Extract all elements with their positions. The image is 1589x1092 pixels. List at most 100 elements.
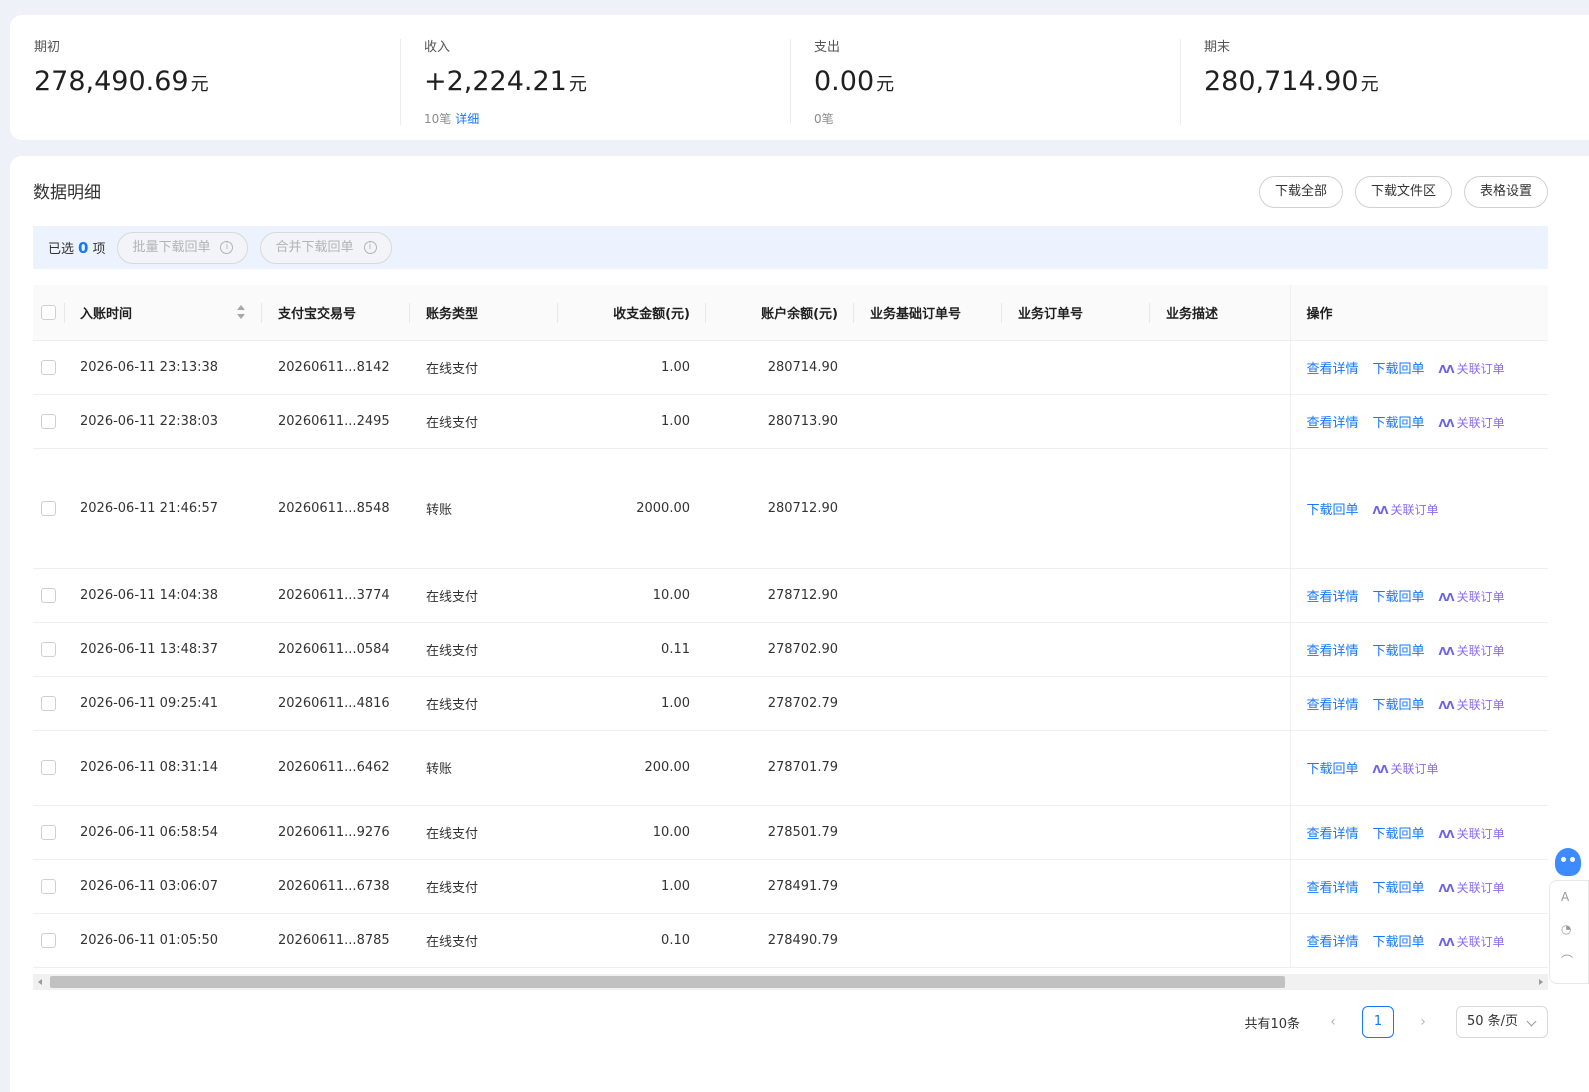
row-checkbox[interactable] [41,824,56,840]
summary-amount: 280,714.90 元 [1204,66,1379,97]
download-receipt-link[interactable]: 下载回单 [1373,698,1425,713]
select-all-checkbox[interactable] [41,304,56,320]
cell-actions: 查看详情 下载回单 ΛΛ 关联订单 [1289,394,1548,449]
cell-amount: 10.00 [558,805,706,860]
header-time[interactable]: 入账时间 [65,285,262,341]
row-check-cell [33,676,65,731]
download-receipt-link[interactable]: 下载回单 [1373,362,1425,377]
summary-label: 支出 [814,40,841,55]
cell-desc [1150,448,1290,569]
income-detail-link[interactable]: 详细 [455,112,479,126]
side-tool-panel: A ◔ ⌒ [1549,880,1589,984]
row-checkbox[interactable] [41,413,56,429]
batch-download-button[interactable]: 批量下载回单 i [117,231,249,264]
download-receipt-link[interactable]: 下载回单 [1307,503,1359,518]
side-tool-c[interactable]: ⌒ [1550,945,1589,977]
side-tool-b[interactable]: ◔ [1550,913,1589,945]
cell-balance: 278491.79 [706,859,854,914]
download-receipt-link[interactable]: 下载回单 [1373,827,1425,842]
download-receipt-link[interactable]: 下载回单 [1373,935,1425,950]
row-checkbox[interactable] [41,359,56,375]
view-detail-link[interactable]: 查看详情 [1307,644,1359,659]
view-detail-link[interactable]: 查看详情 [1307,827,1359,842]
cell-trade-no: 20260611...2495 [262,394,410,449]
assistant-float: A ◔ ⌒ [1549,840,1589,985]
cell-desc [1150,394,1290,449]
table-row: 2026-06-11 01:05:50 20260611...8785 在线支付 0.… [33,913,1548,968]
download-all-button[interactable]: 下载全部 [1258,176,1343,208]
link-order-link[interactable]: ΛΛ 关联订单 [1373,503,1439,517]
cell-base-order [854,448,1002,569]
view-detail-link[interactable]: 查看详情 [1307,935,1359,950]
cell-type: 在线支付 [410,568,558,623]
cell-amount: 1.00 [558,676,706,731]
link-order-link[interactable]: ΛΛ 关联订单 [1439,698,1505,712]
cell-trade-no: 20260611...4816 [262,676,410,731]
download-receipt-link[interactable]: 下载回单 [1373,416,1425,431]
download-area-button[interactable]: 下载文件区 [1354,176,1452,208]
link-order-link[interactable]: ΛΛ 关联订单 [1373,762,1439,776]
link-order-link[interactable]: ΛΛ 关联订单 [1439,827,1505,841]
link-order-link[interactable]: ΛΛ 关联订单 [1439,362,1505,376]
detail-title: 数据明细 [33,183,101,203]
row-check-cell [33,568,65,623]
cell-base-order [854,622,1002,677]
download-receipt-link[interactable]: 下载回单 [1373,881,1425,896]
next-page-icon[interactable]: › [1412,1014,1434,1030]
scroll-right-icon[interactable] [1539,979,1543,985]
merge-download-button[interactable]: 合并下载回单 i [260,231,392,264]
page-1-button[interactable]: 1 [1362,1006,1394,1038]
row-checkbox[interactable] [41,695,56,711]
table-settings-button[interactable]: 表格设置 [1463,176,1548,208]
link-order-link[interactable]: ΛΛ 关联订单 [1439,644,1505,658]
view-detail-link[interactable]: 查看详情 [1307,590,1359,605]
row-checkbox[interactable] [41,587,56,603]
download-receipt-link[interactable]: 下载回单 [1373,590,1425,605]
view-detail-link[interactable]: 查看详情 [1307,416,1359,431]
view-detail-link[interactable]: 查看详情 [1307,698,1359,713]
row-checkbox[interactable] [41,760,56,775]
view-detail-link[interactable]: 查看详情 [1307,362,1359,377]
page-size-select[interactable]: 50 条/页 [1456,1006,1548,1038]
table-row: 2026-06-11 09:25:41 20260611...4816 在线支付 1.… [33,676,1548,731]
prev-page-icon[interactable]: ‹ [1322,1014,1344,1030]
download-receipt-link[interactable]: 下载回单 [1373,644,1425,659]
view-detail-link[interactable]: 查看详情 [1307,881,1359,896]
cell-amount: 1.00 [558,859,706,914]
row-check-cell [33,859,65,914]
cell-time: 2026-06-11 09:25:41 [65,676,262,731]
link-order-link[interactable]: ΛΛ 关联订单 [1439,935,1505,949]
info-icon: i [363,241,377,254]
cell-order [1002,568,1150,623]
link-order-link[interactable]: ΛΛ 关联订单 [1439,590,1505,604]
cell-amount: 0.11 [558,622,706,677]
cell-order [1002,448,1150,569]
horizontal-scrollbar[interactable] [33,974,1548,990]
header-type: 账务类型 [410,285,558,341]
ai-icon: ΛΛ [1438,416,1455,430]
row-checkbox[interactable] [41,641,56,657]
ai-icon: ΛΛ [1438,698,1455,712]
cell-base-order [854,805,1002,860]
link-order-link[interactable]: ΛΛ 关联订单 [1439,416,1505,430]
cell-desc [1150,859,1290,914]
side-tool-a[interactable]: A [1550,881,1589,913]
sort-icon[interactable] [236,305,246,321]
detail-card: 数据明细 下载全部 下载文件区 表格设置 已选 0 项 批量下载回单 i 合并下载回单… [10,156,1589,1092]
cell-time: 2026-06-11 03:06:07 [65,859,262,914]
cell-actions: 下载回单 ΛΛ 关联订单 [1289,730,1548,806]
robot-icon[interactable] [1555,848,1581,876]
cell-balance: 280714.90 [706,340,854,395]
row-checkbox[interactable] [41,932,56,948]
row-check-cell [33,913,65,968]
cell-actions: 查看详情 下载回单 ΛΛ 关联订单 [1289,805,1548,860]
cell-order [1002,340,1150,395]
cell-trade-no: 20260611...8785 [262,913,410,968]
row-checkbox[interactable] [41,878,56,894]
link-order-link[interactable]: ΛΛ 关联订单 [1439,881,1505,895]
row-checkbox[interactable] [41,500,56,516]
download-receipt-link[interactable]: 下载回单 [1307,762,1359,777]
cell-order [1002,913,1150,968]
scrollbar-thumb[interactable] [50,976,1285,988]
scroll-left-icon[interactable] [38,979,42,985]
